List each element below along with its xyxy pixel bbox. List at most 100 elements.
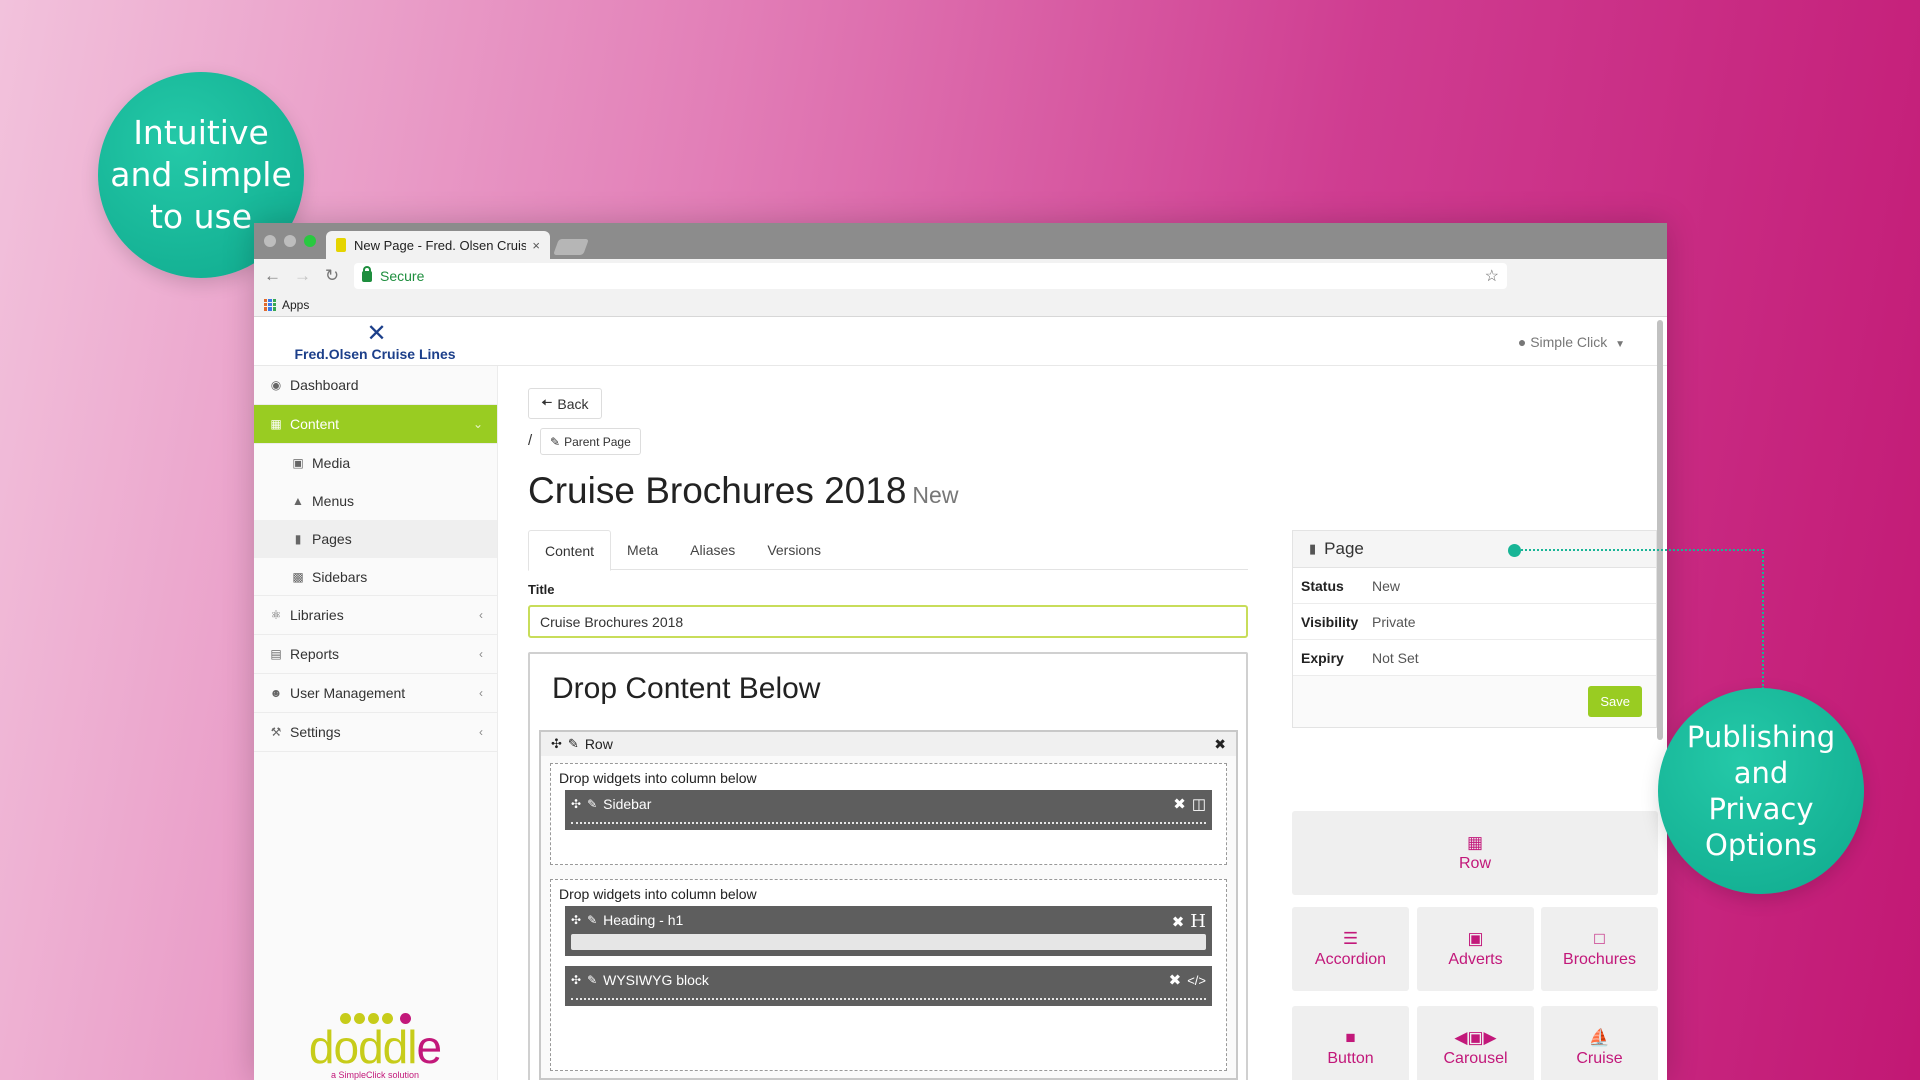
palette-row[interactable]: ▦ Row <box>1292 811 1658 895</box>
favicon-icon <box>336 238 346 252</box>
callout-publishing: Publishing and Privacy Options <box>1658 688 1864 894</box>
palette-accordion[interactable]: ☰ Accordion <box>1292 907 1409 991</box>
parent-page-label: Parent Page <box>564 434 631 449</box>
annotation-dot <box>1508 544 1521 557</box>
visibility-value[interactable]: Private <box>1372 614 1416 630</box>
callout-line: and <box>1733 756 1789 790</box>
title-field-label: Title <box>528 582 555 597</box>
sidebar-item-dashboard[interactable]: ◉ Dashboard <box>254 366 497 405</box>
palette-adverts[interactable]: ▣ Adverts <box>1417 907 1534 991</box>
move-icon[interactable]: ✣ <box>571 797 581 811</box>
sidebar-item-reports[interactable]: ▤ Reports ‹ <box>254 635 497 674</box>
tab-close-icon[interactable]: × <box>532 238 540 253</box>
tab-aliases[interactable]: Aliases <box>674 530 751 570</box>
callout-line: Options <box>1705 828 1817 862</box>
move-icon[interactable]: ✣ <box>571 913 581 927</box>
widget-actions: ✖ H <box>1172 911 1206 932</box>
chevron-down-icon: ⌄ <box>472 417 483 431</box>
palette-carousel[interactable]: ◀▣▶ Carousel <box>1417 1006 1534 1080</box>
back-arrow-icon[interactable]: ← <box>264 266 281 286</box>
sidebar-item-sidebars[interactable]: ▩ Sidebars <box>254 558 497 596</box>
page-title-text: Cruise Brochures 2018 <box>528 470 907 511</box>
pencil-icon[interactable]: ✎ <box>568 736 579 752</box>
close-icon[interactable]: ✖ <box>1173 795 1186 813</box>
title-field[interactable] <box>528 605 1248 638</box>
brand-logo[interactable]: ✕ Fred.Olsen Cruise Lines <box>290 321 460 362</box>
sidebar-item-pages[interactable]: ▮ Pages <box>254 520 497 558</box>
chevron-left-icon: ‹ <box>479 725 483 739</box>
column-dropzone[interactable]: Drop widgets into column below ✣ ✎ Headi… <box>550 879 1227 1071</box>
palette-tile-label: Cruise <box>1576 1049 1623 1067</box>
user-menu[interactable]: ● Simple Click ▼ <box>1518 334 1625 350</box>
sidebar-item-label: Content <box>290 416 340 432</box>
main-content: 🠄 Back / ✎ Parent Page Cruise Brochures … <box>528 366 1667 1080</box>
reload-icon[interactable]: ↻ <box>324 266 340 286</box>
close-window-button[interactable] <box>264 235 276 247</box>
tab-versions[interactable]: Versions <box>751 530 837 570</box>
sidebar-widget[interactable]: ✣ ✎ Sidebar ✖ ◫ <box>565 790 1212 830</box>
bookmark-star-icon[interactable]: ☆ <box>1485 266 1499 286</box>
sidebar-item-menus[interactable]: ▲ Menus <box>254 482 497 520</box>
pdf-icon: □ <box>1594 928 1605 948</box>
pencil-icon[interactable]: ✎ <box>587 973 597 987</box>
palette-row-label: Row <box>1458 854 1491 872</box>
column-dropzone[interactable]: Drop widgets into column below ✣ ✎ Sideb… <box>550 763 1227 865</box>
pencil-icon[interactable]: ✎ <box>587 797 597 811</box>
row-label: Row <box>584 736 613 752</box>
back-button[interactable]: 🠄 Back <box>528 388 602 419</box>
wysiwyg-widget[interactable]: ✣ ✎ WYSIWYG block ✖ </> <box>565 966 1212 1006</box>
minimize-window-button[interactable] <box>284 235 296 247</box>
maximize-window-button[interactable] <box>304 235 316 247</box>
sidebar-item-libraries[interactable]: ⚛ Libraries ‹ <box>254 596 497 635</box>
new-tab-button[interactable] <box>553 239 589 255</box>
pencil-icon[interactable]: ✎ <box>587 913 597 927</box>
palette-tile-label: Accordion <box>1314 950 1387 968</box>
lock-icon <box>362 265 372 282</box>
callout-line: Publishing <box>1686 720 1836 754</box>
browser-tab[interactable]: New Page - Fred. Olsen Cruise × <box>326 231 550 259</box>
column-label: Drop widgets into column below <box>559 886 757 902</box>
address-bar[interactable]: Secure ☆ <box>354 263 1507 289</box>
heading-widget[interactable]: ✣ ✎ Heading - h1 ✖ H <box>565 906 1212 956</box>
close-icon[interactable]: ✖ <box>1169 971 1182 989</box>
grid-icon: ▩ <box>292 569 304 584</box>
tab-content[interactable]: Content <box>528 530 612 571</box>
sidebar-item-content[interactable]: ▦ Content ⌄ <box>254 405 497 444</box>
secure-label: Secure <box>380 268 425 284</box>
palette-brochures[interactable]: □ Brochures <box>1541 907 1658 991</box>
save-button[interactable]: Save <box>1588 686 1642 717</box>
move-icon[interactable]: ✣ <box>551 736 562 752</box>
widget-actions: ✖ </> <box>1169 971 1206 989</box>
bookmarks-bar: Apps <box>254 293 1667 317</box>
sidebar-item-label: Reports <box>290 646 340 662</box>
back-button-label: Back <box>557 395 589 412</box>
move-icon[interactable]: ✣ <box>571 973 581 987</box>
doddle-word-end: e <box>416 1021 442 1073</box>
expiry-value[interactable]: Not Set <box>1372 650 1419 666</box>
palette-button[interactable]: ■ Button <box>1292 1006 1409 1080</box>
parent-page-button[interactable]: ✎ Parent Page <box>540 428 641 455</box>
palette-cruise[interactable]: ⛵ Cruise <box>1541 1006 1658 1080</box>
sidebar-item-user-management[interactable]: ☻ User Management ‹ <box>254 674 497 713</box>
content-icon: ▦ <box>270 417 282 431</box>
doddle-word-main: doddl <box>308 1021 418 1073</box>
row-widget[interactable]: ✣ ✎ Row ✖ Drop widgets into column below… <box>539 730 1238 1080</box>
arrow-left-icon: 🠄 <box>541 393 553 410</box>
forward-arrow-icon[interactable]: → <box>294 266 311 286</box>
sidebar-item-settings[interactable]: ⚒ Settings ‹ <box>254 713 497 752</box>
browser-tabbar: New Page - Fred. Olsen Cruise × <box>254 223 1667 259</box>
expiry-row: Expiry Not Set <box>1293 640 1656 676</box>
palette-tile-label: Button <box>1327 1049 1374 1067</box>
page-publish-panel: ▮ Page Status New Visibility Private Exp… <box>1292 530 1657 728</box>
apps-bookmark[interactable]: Apps <box>282 298 309 312</box>
sidebar-item-media[interactable]: ▣ Media <box>254 444 497 482</box>
close-icon[interactable]: ✖ <box>1214 736 1226 753</box>
ship-icon: ⛵ <box>1588 1027 1611 1047</box>
libraries-icon: ⚛ <box>270 608 282 622</box>
status-value[interactable]: New <box>1372 578 1400 594</box>
status-row: Status New <box>1293 568 1656 604</box>
logo-text: Fred.Olsen Cruise Lines <box>294 346 456 362</box>
columns-icon: ◫ <box>1191 796 1206 813</box>
tab-meta[interactable]: Meta <box>611 530 674 570</box>
close-icon[interactable]: ✖ <box>1172 913 1185 931</box>
